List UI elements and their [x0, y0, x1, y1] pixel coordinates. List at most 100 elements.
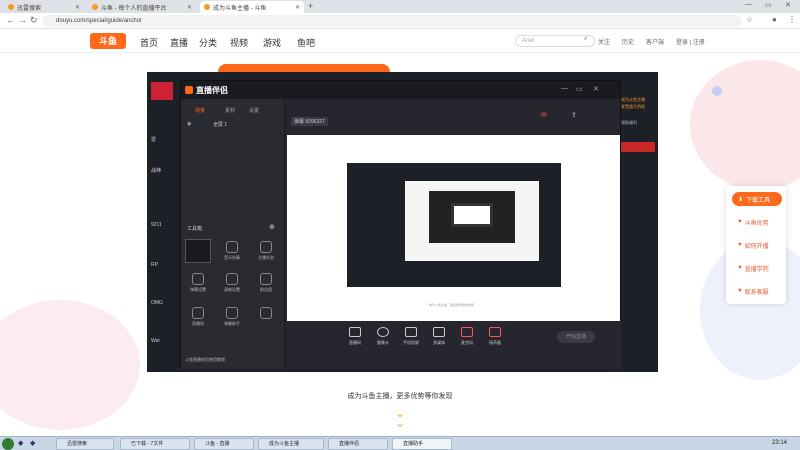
maximize-icon[interactable]: ▭ [765, 1, 772, 9]
music-icon [226, 241, 238, 253]
app-titlebar: 直播伴侣 — ▭ ✕ [181, 81, 620, 99]
site-logo[interactable]: 斗鱼 [90, 33, 126, 49]
app-left-panel: 场景 素材 设置 ◉ 全屏 1 工具箱 ⊕ 音乐伴奏 主播任务 弹幕设置 录制设… [181, 99, 285, 369]
taskbar-item[interactable]: 迅雷搜索 [56, 438, 114, 450]
browser-tab-active[interactable]: 成为斗鱼主播 - 斗鱼 ✕ [200, 1, 304, 13]
page-caption: 成为斗鱼主播，更多优势等你发现 [347, 393, 453, 400]
quicklaunch-icon[interactable]: ◆ [30, 439, 35, 447]
nested-preview [405, 181, 539, 261]
clock: 23:14 [772, 440, 788, 446]
os-taskbar: ◆ ◆ 迅雷搜索 已下载 - 7文件 斗鱼 - 直播 成为斗鱼主播 直播伴侣 直… [0, 436, 800, 450]
address-bar[interactable]: douyu.com/special/guide/anchor [42, 15, 742, 27]
scene-item[interactable]: 全屏 1 [213, 121, 227, 128]
promo-claim[interactable]: 领取福利 [621, 120, 637, 126]
header-login[interactable]: 登录 | 注册 [676, 37, 705, 46]
btn-camera[interactable]: 摄像头 [371, 327, 395, 346]
tool-assistant[interactable]: 弹幕助手 [219, 307, 245, 327]
streamer-name[interactable]: 战神 [151, 167, 161, 174]
close-window-icon[interactable]: ✕ [785, 1, 791, 9]
tool-slot[interactable] [185, 239, 211, 263]
btn-microphone[interactable]: 麦克风 [455, 327, 479, 346]
eye-icon[interactable]: ◉ [187, 121, 191, 127]
back-icon[interactable]: ← [6, 15, 15, 25]
heart-icon: ♥ [738, 288, 742, 294]
side-advantage[interactable]: ♥ 斗鱼优势 [732, 215, 782, 229]
close-tab-icon[interactable]: ✕ [75, 4, 80, 11]
scroll-down-icon[interactable]: ⌄ ⌄ [390, 407, 410, 429]
start-button-icon[interactable] [2, 438, 14, 450]
nav-video[interactable]: 视频 [230, 36, 248, 49]
streamer-avatar[interactable] [151, 82, 173, 100]
quicklaunch-icon[interactable]: ◆ [18, 439, 23, 447]
start-stream-button[interactable]: 开始直播 [557, 331, 595, 343]
app-maximize-icon[interactable]: ▭ [576, 85, 583, 93]
nav-home[interactable]: 首页 [140, 36, 158, 49]
tool-extra[interactable] [253, 307, 279, 321]
search-icon[interactable]: ⌕ [584, 36, 587, 43]
tab-settings[interactable]: 设置 [249, 107, 259, 114]
browser-tab[interactable]: 斗鱼 - 每个人的直播平台 ✕ [88, 1, 196, 13]
forward-icon[interactable]: → [18, 15, 27, 25]
tool-room[interactable]: 直播间 [185, 307, 211, 327]
site-header: 斗鱼 首页 直播 分类 视频 游戏 鱼吧 Ariel ⌕ 关注 历史 客户端 登… [0, 29, 800, 53]
app-close-icon[interactable]: ✕ [593, 85, 599, 93]
side-academy[interactable]: ♥ 直播学院 [732, 261, 782, 275]
btn-speaker[interactable]: 扬声器 [483, 327, 507, 346]
close-tab-icon[interactable]: ✕ [187, 4, 192, 11]
nested-capture [347, 163, 561, 287]
btn-media[interactable]: 多媒体 [427, 327, 451, 346]
app-bottom-bar: 直播间 摄像头 手机投屏 多媒体 麦克风 扬声器 开始直播 [285, 321, 622, 369]
heart-icon: ♥ [738, 242, 742, 248]
reload-icon[interactable]: ↻ [30, 15, 38, 26]
stream-info: 弹幕 5096327 [291, 107, 411, 127]
streamer-name[interactable]: War [151, 338, 160, 344]
nav-game[interactable]: 游戏 [263, 36, 281, 49]
nav-category[interactable]: 分类 [199, 36, 217, 49]
side-howto[interactable]: ♥ 如何开播 [732, 238, 782, 252]
tool-task[interactable]: 主播任务 [253, 241, 279, 261]
side-menu: ⬇ 下载工具 ♥ 斗鱼优势 ♥ 如何开播 ♥ 直播学院 ♥ 联系客服 [726, 186, 786, 304]
site-search-input[interactable]: Ariel [515, 35, 595, 47]
tab-scene[interactable]: 场景 [195, 107, 205, 114]
notification-icon[interactable]: ✉ [541, 111, 547, 119]
toolbox-more-icon[interactable]: ⊕ [269, 223, 275, 231]
btn-phone-cast[interactable]: 手机投屏 [399, 327, 423, 346]
profile-icon[interactable]: ● [772, 15, 777, 24]
tool-music[interactable]: 音乐伴奏 [219, 241, 245, 261]
browser-tab[interactable]: 迅雷搜索 ✕ [4, 1, 84, 13]
header-history[interactable]: 历史 [622, 37, 634, 46]
header-follow[interactable]: 关注 [598, 37, 610, 46]
nav-live[interactable]: 直播 [170, 36, 188, 49]
bookmark-star-icon[interactable]: ☆ [746, 15, 753, 24]
tool-fans[interactable]: 粉丝团 [253, 273, 279, 293]
streamer-name[interactable]: 雷 [151, 136, 156, 143]
taskbar-item[interactable]: 成为斗鱼主播 [258, 438, 324, 450]
close-tab-icon[interactable]: ✕ [295, 4, 300, 11]
menu-icon[interactable]: ⋮ [788, 15, 796, 24]
taskbar-item[interactable]: 已下载 - 7文件 [120, 438, 190, 450]
taskbar-item[interactable]: 直播助手 [392, 438, 452, 450]
new-tab-icon[interactable]: + [308, 1, 313, 11]
minimize-icon[interactable]: — [745, 1, 752, 8]
record-icon [226, 273, 238, 285]
tutorial-link[interactable]: 斗鱼直播伴侣使用教程 [185, 357, 225, 363]
side-download[interactable]: ⬇ 下载工具 [732, 192, 782, 206]
decorative-blob [0, 300, 140, 430]
share-icon[interactable]: ⇪ [571, 111, 577, 119]
header-client[interactable]: 客户端 [646, 37, 664, 46]
app-minimize-icon[interactable]: — [561, 85, 568, 92]
heart-icon: ♥ [738, 219, 742, 225]
tool-record[interactable]: 录制设置 [219, 273, 245, 293]
taskbar-item[interactable]: 斗鱼 - 直播 [194, 438, 254, 450]
decorative-dot [712, 86, 722, 96]
streamer-name[interactable]: OMG [151, 300, 163, 306]
streamer-name[interactable]: 9211 [151, 222, 162, 228]
nav-yuba[interactable]: 鱼吧 [297, 36, 315, 49]
side-support[interactable]: ♥ 联系客服 [732, 284, 782, 298]
taskbar-item[interactable]: 直播伴侣 [328, 438, 388, 450]
tab-material[interactable]: 素材 [225, 107, 235, 114]
streamer-name[interactable]: RP [151, 262, 158, 268]
btn-live-room[interactable]: 直播间 [343, 327, 367, 346]
tool-danmu-settings[interactable]: 弹幕设置 [185, 273, 211, 293]
stats-badge: 弹幕 5096327 [291, 117, 328, 126]
